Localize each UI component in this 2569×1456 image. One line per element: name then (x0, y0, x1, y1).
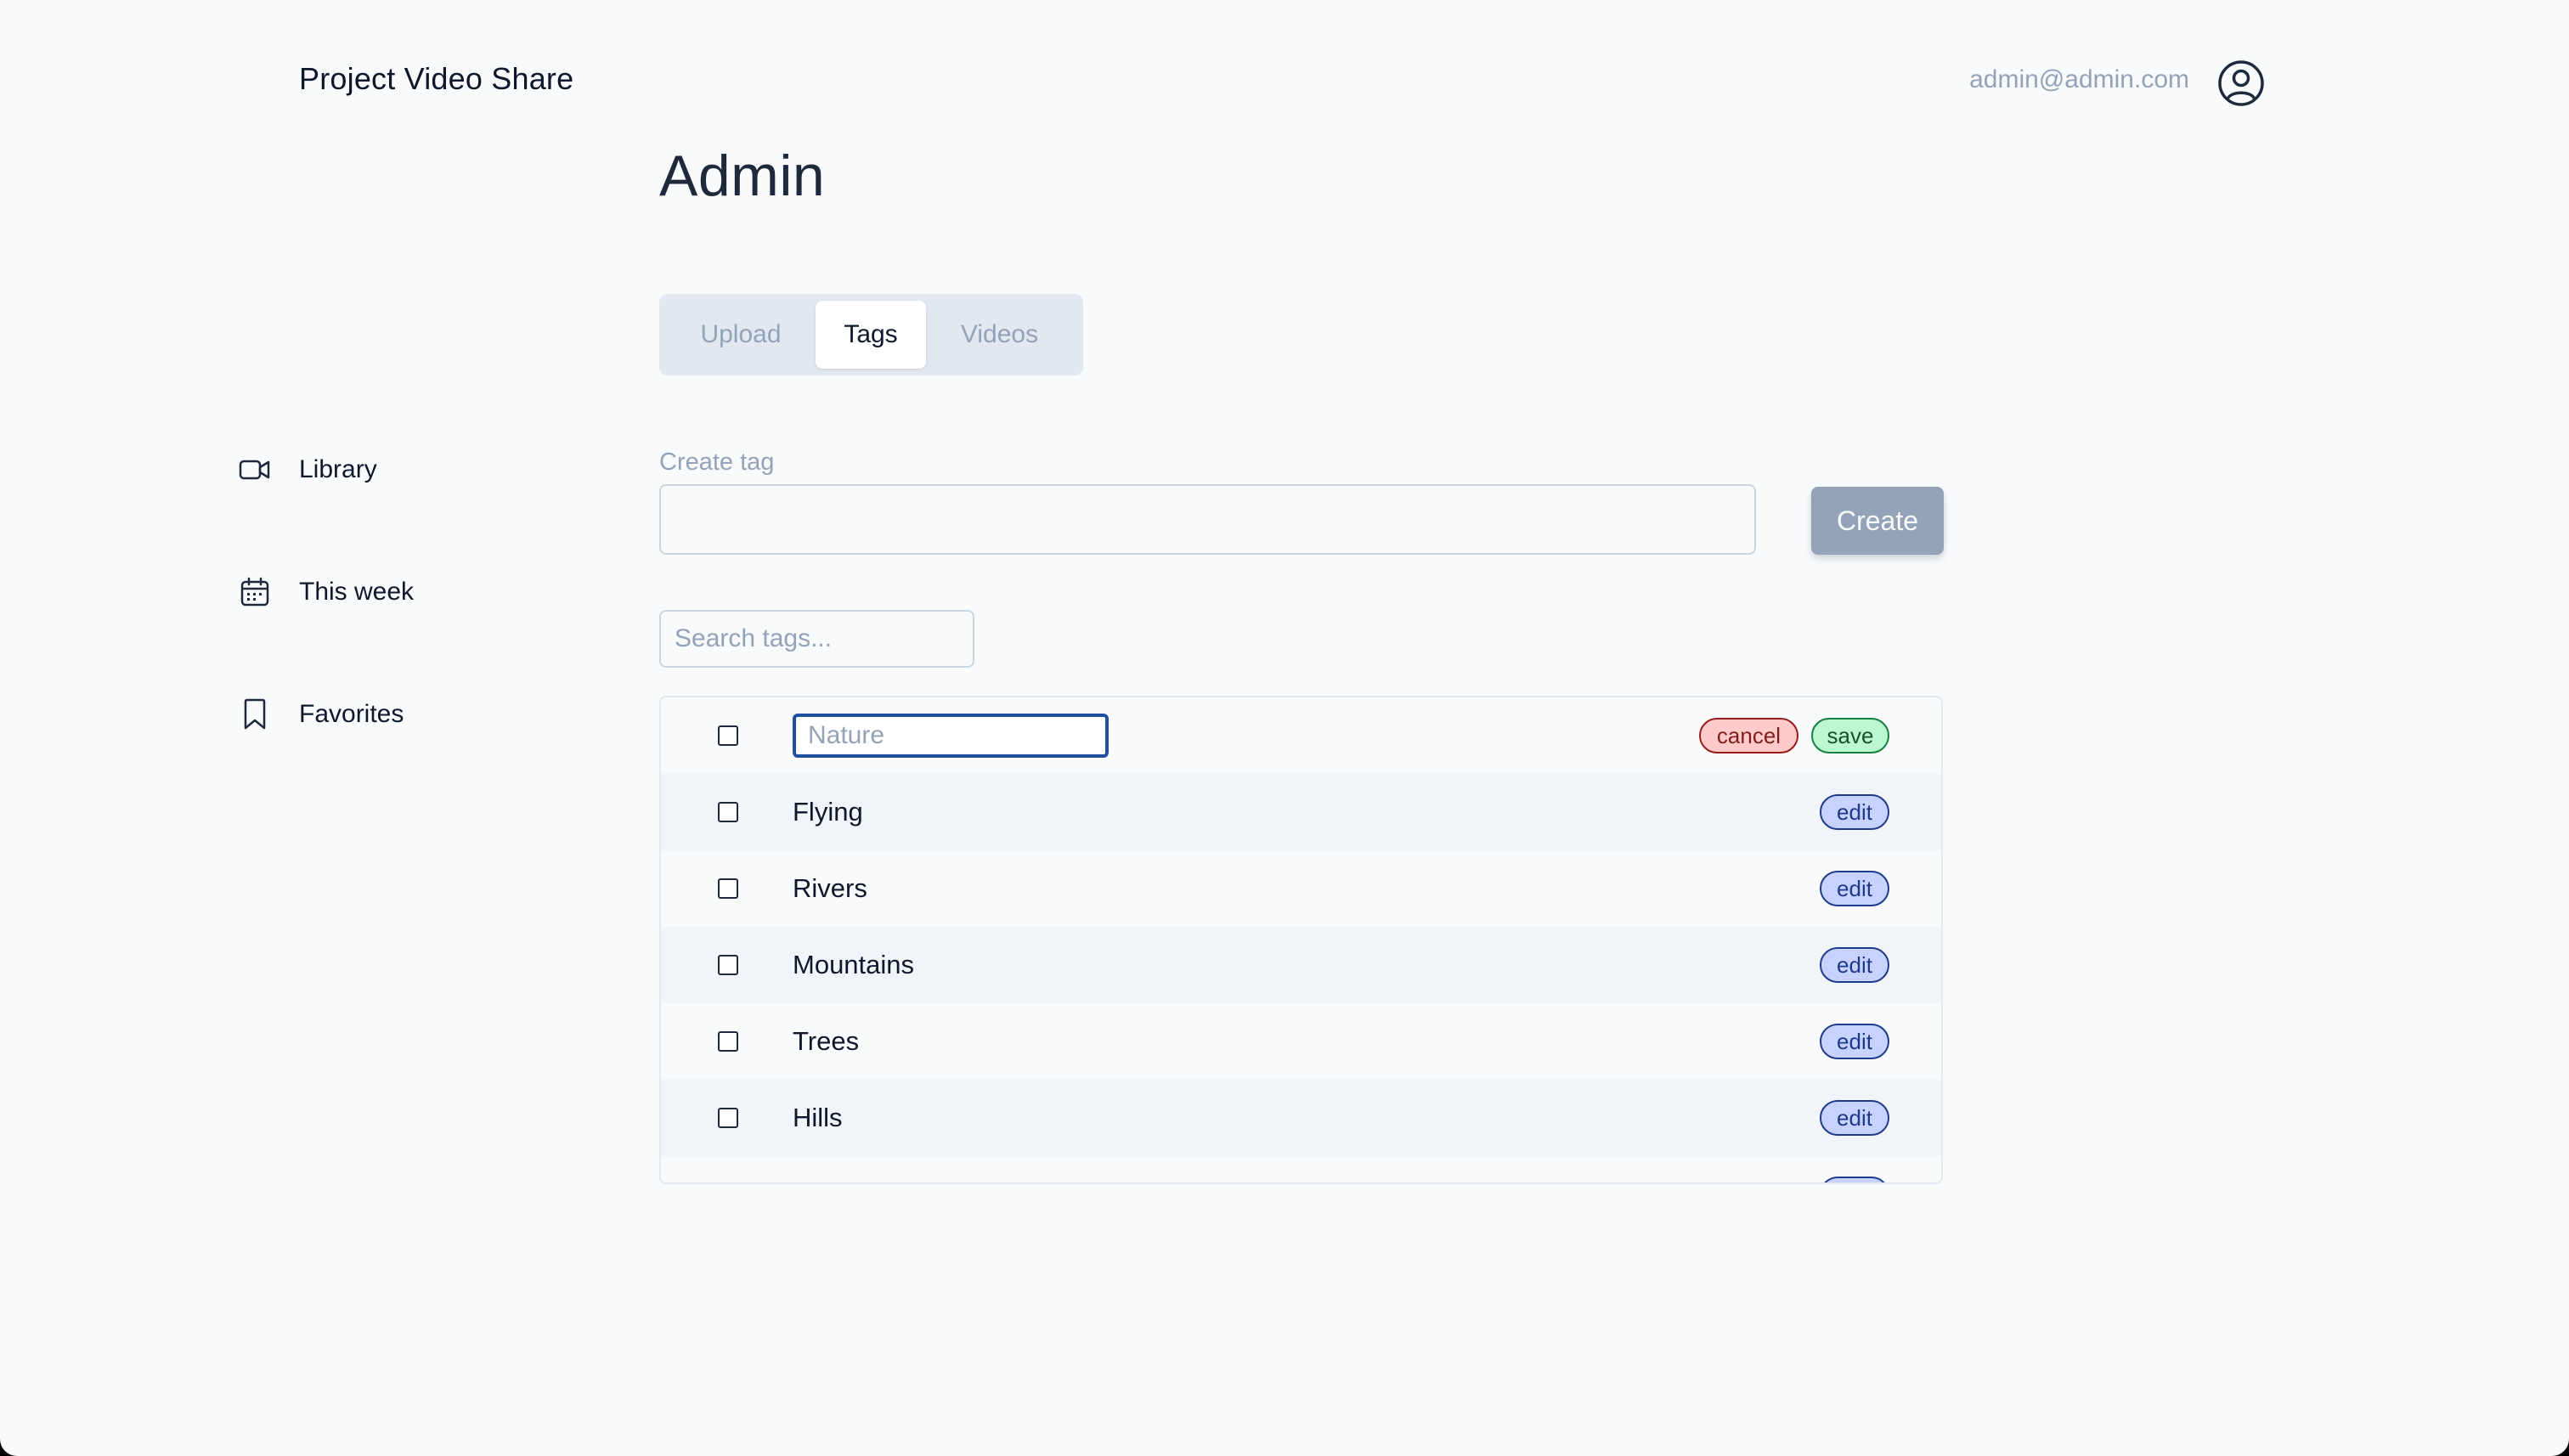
search-input[interactable] (659, 610, 974, 668)
user-circle-icon[interactable] (2216, 59, 2266, 108)
video-camera-icon (238, 453, 272, 487)
row-checkbox[interactable] (718, 878, 738, 899)
calendar-icon (238, 575, 272, 609)
create-tag-input[interactable] (659, 484, 1756, 555)
tag-row: Flying edit (661, 774, 1941, 850)
tag-name: Flying (793, 797, 863, 827)
edit-button[interactable]: edit (1820, 947, 1889, 983)
row-checkbox[interactable] (718, 725, 738, 746)
row-checkbox[interactable] (718, 1031, 738, 1052)
tag-row: Trees edit (661, 1003, 1941, 1080)
brand-title[interactable]: Project Video Share (299, 61, 573, 97)
save-button[interactable]: save (1811, 718, 1889, 753)
sidebar-item-favorites[interactable]: Favorites (238, 694, 404, 735)
tag-name: Trees (793, 1026, 860, 1056)
bookmark-icon (238, 697, 272, 731)
cancel-button[interactable]: cancel (1699, 718, 1798, 753)
tag-row: Mountains edit (661, 927, 1941, 1003)
tab-tags[interactable]: Tags (816, 301, 926, 369)
create-button[interactable]: Create (1811, 487, 1944, 555)
tab-videos[interactable]: Videos (926, 301, 1073, 369)
tag-row-editing: cancel save (661, 697, 1941, 774)
tag-row: Rivers edit (661, 850, 1941, 927)
row-checkbox[interactable] (718, 1108, 738, 1128)
app-window: Project Video Share admin@admin.com Admi… (0, 0, 2569, 1456)
edit-button[interactable]: edit (1820, 1024, 1889, 1059)
user-email: admin@admin.com (1969, 65, 2189, 93)
tag-name: Mountains (793, 950, 915, 979)
page-title: Admin (659, 144, 826, 208)
edit-button[interactable]: edit (1820, 871, 1889, 906)
tag-row: Hills edit (661, 1080, 1941, 1156)
tag-list: cancel save Flying edit Rivers edit Moun… (659, 696, 1943, 1184)
sidebar-item-library[interactable]: Library (238, 449, 377, 490)
tag-name-edit-input[interactable] (793, 714, 1109, 758)
edit-button-partial[interactable] (1820, 1177, 1889, 1182)
sidebar-item-label: Library (299, 455, 377, 483)
edit-button[interactable]: edit (1820, 1100, 1889, 1136)
tab-upload[interactable]: Upload (666, 301, 816, 369)
row-checkbox[interactable] (718, 955, 738, 975)
sidebar-item-this-week[interactable]: This week (238, 572, 414, 612)
edit-button[interactable]: edit (1820, 794, 1889, 830)
row-checkbox[interactable] (718, 802, 738, 822)
tag-name: Hills (793, 1103, 843, 1132)
sidebar-item-label: Favorites (299, 700, 404, 728)
tag-name: Rivers (793, 873, 867, 903)
admin-tabs: Upload Tags Videos (659, 294, 1083, 375)
create-tag-label: Create tag (659, 449, 775, 476)
tag-row-partial (661, 1156, 1941, 1182)
sidebar-item-label: This week (299, 578, 415, 606)
